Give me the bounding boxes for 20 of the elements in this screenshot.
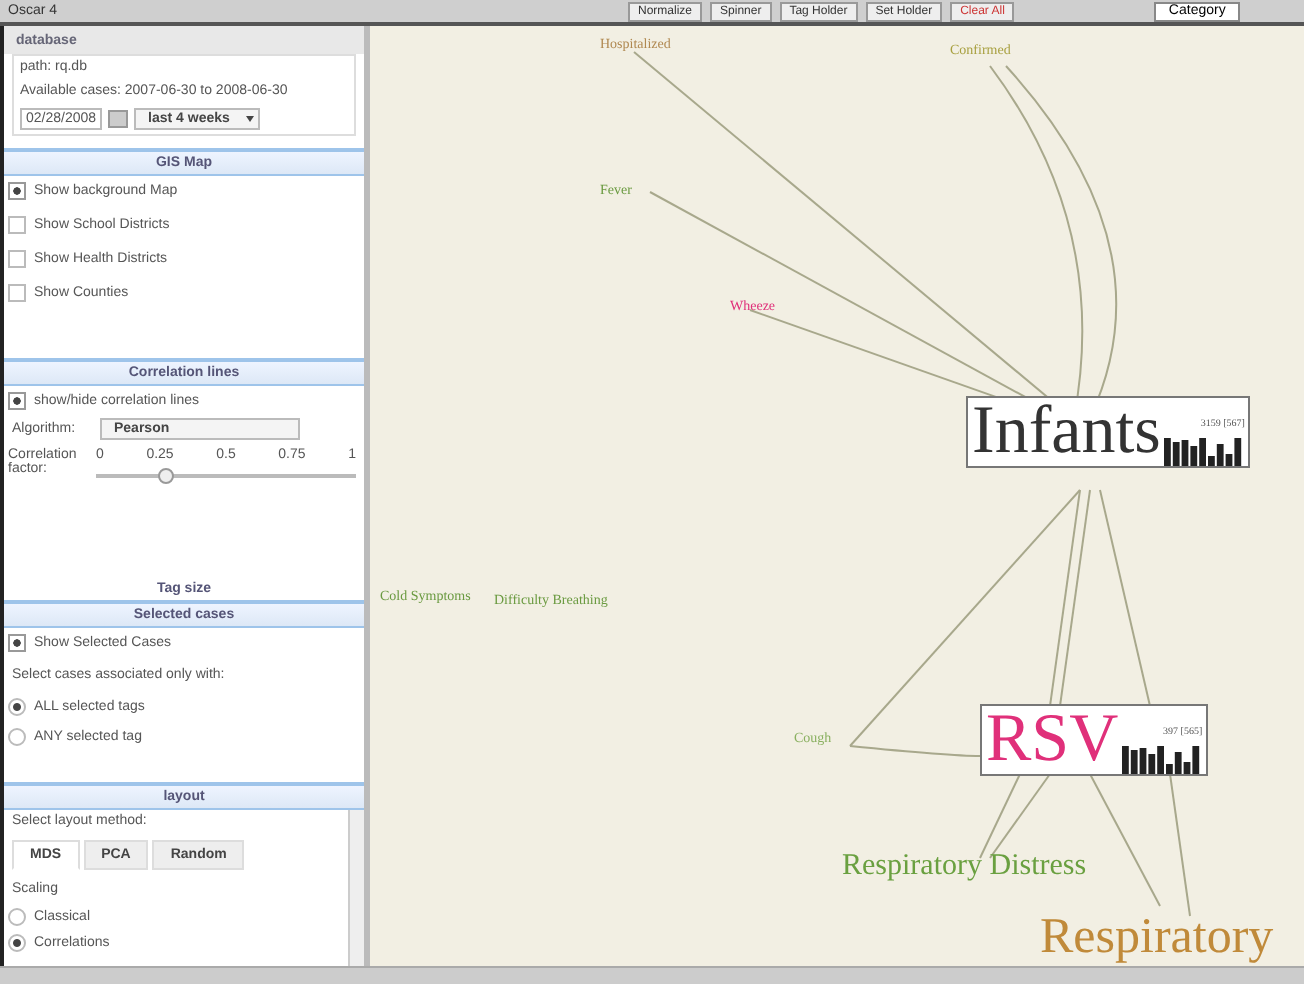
caret-icon (245, 116, 254, 122)
radio-button[interactable] (8, 934, 26, 952)
bar-sparkline-icon (1164, 438, 1245, 466)
slider-thumb[interactable] (158, 468, 175, 484)
calendar-icon[interactable] (108, 110, 129, 128)
scrollbar[interactable] (348, 810, 364, 966)
radio-button[interactable] (8, 698, 26, 716)
bar-sparkline-icon (1122, 746, 1203, 774)
radio-button[interactable] (8, 908, 26, 926)
correlation-line (1089, 773, 1161, 907)
checkbox[interactable] (8, 216, 26, 234)
checkbox[interactable] (8, 634, 26, 652)
checkbox[interactable] (8, 182, 26, 200)
tag-label: Infants (972, 398, 1161, 466)
tag-label: RSV (986, 706, 1119, 774)
checkbox[interactable] (8, 284, 26, 302)
correlation-line (1169, 773, 1191, 917)
radio-button[interactable] (8, 728, 26, 746)
checkbox[interactable] (8, 392, 26, 410)
checkbox[interactable] (8, 250, 26, 268)
